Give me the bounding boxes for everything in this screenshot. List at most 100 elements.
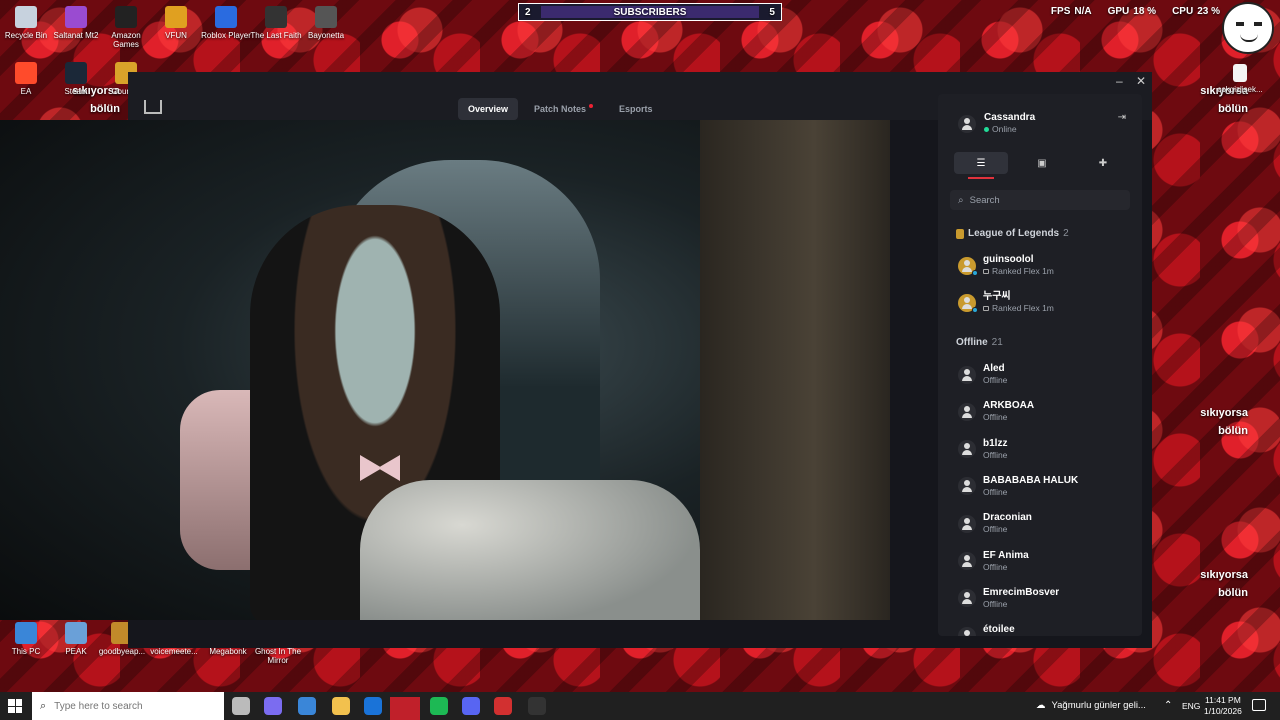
taskbar-file-explorer-icon[interactable] <box>332 697 350 715</box>
notification-icon[interactable] <box>1252 699 1266 711</box>
panel-tabs: ☰ ▣ ✚ <box>954 152 1130 179</box>
meme-face-sticker <box>1222 2 1274 54</box>
friend-status: Offline <box>983 375 1008 385</box>
game-mode-icon <box>983 306 989 311</box>
desktop-icon[interactable]: Roblox Player <box>200 6 252 40</box>
tab-esports[interactable]: Esports <box>609 98 663 120</box>
friend-list-item[interactable]: Aled Offline <box>958 363 1007 386</box>
app-icon <box>15 622 37 644</box>
app-icon <box>265 6 287 28</box>
friend-list-item[interactable]: Draconian Offline <box>958 512 1032 535</box>
minimize-icon[interactable]: – <box>1116 74 1123 88</box>
client-logo-icon[interactable] <box>144 100 162 114</box>
weather-widget[interactable]: ☁ Yağmurlu günler geli... <box>1036 700 1146 711</box>
desktop-icon[interactable]: This PC <box>0 622 52 656</box>
fps-stat: FPS N/A <box>1050 5 1092 17</box>
chevron-up-icon[interactable]: ⌃ <box>1164 700 1172 711</box>
friend-search[interactable]: ⌕ <box>950 190 1130 210</box>
desktop-icon[interactable]: EA <box>0 62 52 96</box>
desktop-icon[interactable]: Recycle Bin <box>0 6 52 40</box>
search-icon: ⌕ <box>958 194 964 206</box>
subscribers-left: 2 <box>525 6 531 18</box>
game-mode-icon <box>983 269 989 274</box>
taskbar-active-app-icon[interactable] <box>390 697 420 720</box>
messages-icon[interactable]: ▣ <box>1015 152 1069 174</box>
desktop-icon-label: Steam <box>64 87 88 96</box>
taskbar-search[interactable]: ⌕ <box>32 692 224 720</box>
taskbar-store-icon[interactable] <box>298 697 316 715</box>
desktop-icon[interactable]: The Last Faith <box>250 6 302 40</box>
friend-list-item[interactable]: BABABABA HALUK Offline <box>958 475 1078 498</box>
friend-name: ARKBOAA <box>983 400 1035 412</box>
cloud-icon: ☁ <box>1036 700 1046 711</box>
app-icon <box>15 62 37 84</box>
performance-stats: FPS N/A GPU 18 % CPU 23 % <box>1051 0 1220 22</box>
in-game-dot-icon <box>972 306 978 313</box>
subscribers-goal-bar: 2 SUBSCRIBERS 5 <box>518 3 782 21</box>
group-league-of-legends[interactable]: League of Legends 2 <box>956 228 1069 239</box>
friend-avatar <box>958 514 976 533</box>
taskbar-game-app-icon[interactable] <box>494 697 512 715</box>
desktop-icon[interactable]: Steam <box>50 62 102 96</box>
desktop-icon[interactable]: Saltanat Mt2 <box>50 6 102 40</box>
friend-status: Offline <box>983 598 1008 609</box>
friend-list-item[interactable]: 누구씨 Ranked Flex 1m <box>958 291 1054 314</box>
desktop-icon[interactable]: VFUN <box>150 6 202 40</box>
tab-overview[interactable]: Overview <box>458 98 519 120</box>
taskbar-search-input[interactable] <box>54 700 195 712</box>
current-user[interactable]: Cassandra Online <box>958 112 1035 135</box>
group-offline[interactable]: Offline 21 <box>956 337 1003 348</box>
taskbar-copilot-icon[interactable] <box>264 697 282 715</box>
friend-list-item[interactable]: guinsoolol Ranked Flex 1m <box>958 254 1054 277</box>
app-icon <box>115 6 137 28</box>
desktop-icon-label: cokgizlisek... <box>1217 85 1263 94</box>
close-icon[interactable]: ✕ <box>1136 74 1146 88</box>
add-friend-icon[interactable]: ✚ <box>1076 152 1130 174</box>
app-icon <box>165 6 187 28</box>
taskbar-discord-icon[interactable] <box>462 697 480 715</box>
subscribers-right: 5 <box>769 6 775 18</box>
desktop-icon-label: Ghost In The Mirror <box>254 647 302 665</box>
taskbar-obs-icon[interactable] <box>528 697 546 715</box>
friend-list-item[interactable]: ARKBOAA Offline <box>958 400 1034 423</box>
desktop-icon-label: voicemeete... <box>150 647 198 656</box>
friend-search-input[interactable] <box>969 194 1110 206</box>
desktop-icon-label: Recycle Bin <box>4 31 48 40</box>
desktop-icon[interactable]: Amazon Games <box>100 6 152 49</box>
friend-status: Offline <box>983 486 1008 497</box>
language-indicator[interactable]: ENG <box>1182 701 1200 711</box>
desktop-icon[interactable]: PEAK <box>50 622 102 656</box>
friend-name: b1lzz <box>983 437 1008 449</box>
friend-name: Aled <box>983 363 1005 374</box>
taskbar-task-view-icon[interactable] <box>232 697 250 715</box>
friends-panel: Cassandra Online ⇥ ☰ ▣ ✚ ⌕ League of Leg… <box>938 94 1142 636</box>
friend-list-item[interactable]: étoileeOffline <box>958 624 1015 636</box>
league-icon <box>956 228 964 239</box>
client-tabs: Overview Patch Notes Esports <box>458 98 663 120</box>
friend-list-item[interactable]: EmrecimBosver Offline <box>958 587 1059 610</box>
app-icon <box>215 6 237 28</box>
collapse-panel-icon[interactable]: ⇥ <box>1118 112 1126 123</box>
webcam-feed <box>0 120 890 620</box>
background-wall <box>700 120 890 620</box>
document-icon <box>1233 64 1247 82</box>
desktop-icon-label: Amazon Games <box>111 31 141 49</box>
taskbar-outlook-icon[interactable] <box>364 697 382 715</box>
app-icon <box>65 62 87 84</box>
app-icon <box>15 6 37 28</box>
friend-avatar <box>958 477 976 496</box>
taskbar-spotify-icon[interactable] <box>430 697 448 715</box>
desktop-icon[interactable]: Bayonetta <box>300 6 352 40</box>
friend-avatar <box>958 365 976 384</box>
friend-list-item[interactable]: EF Anima Offline <box>958 550 1029 573</box>
tab-patch-notes[interactable]: Patch Notes <box>524 98 603 120</box>
friend-list-item[interactable]: b1lzz Offline <box>958 438 1007 461</box>
clock[interactable]: 11:41 PM 1/10/2026 <box>1204 695 1242 717</box>
windows-start-icon[interactable] <box>8 699 22 713</box>
app-icon <box>65 622 87 644</box>
friend-avatar <box>958 589 976 608</box>
app-icon <box>65 6 87 28</box>
desktop-icon-cokgizlisek[interactable]: cokgizlisek... <box>1214 64 1266 94</box>
friends-list-icon[interactable]: ☰ <box>954 152 1008 179</box>
friend-avatar <box>958 552 976 570</box>
